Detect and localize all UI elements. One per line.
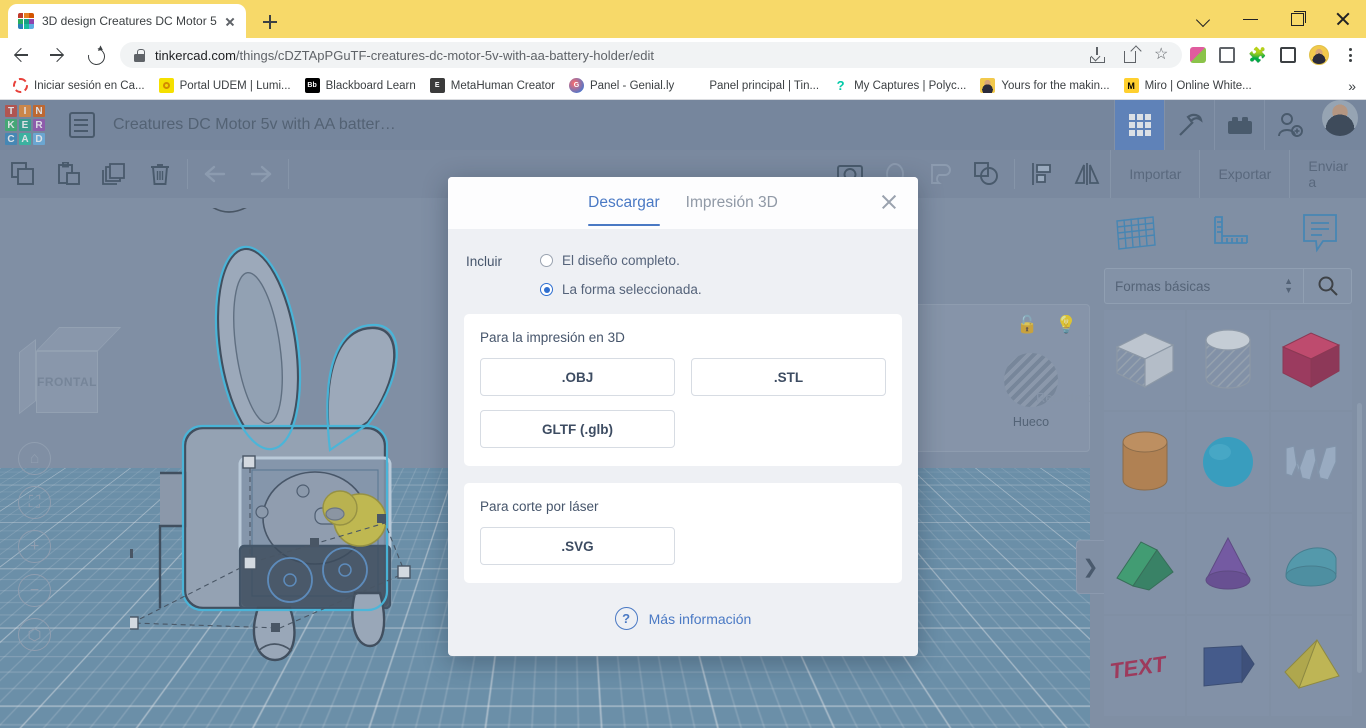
url-text: tinkercad.com/things/cDZTApPGuTF-creatur… <box>155 48 654 63</box>
bookmark-label: Panel - Genial.ly <box>590 80 674 92</box>
include-options: El diseño completo. La forma seleccionad… <box>540 253 702 297</box>
person-icon <box>980 78 995 93</box>
format-row: .SVG <box>480 527 886 565</box>
gltf-button[interactable]: GLTF (.glb) <box>480 410 675 448</box>
address-bar[interactable]: tinkercad.com/things/cDZTApPGuTF-creatur… <box>120 42 1182 68</box>
bookmark-item[interactable]: Portal UDEM | Lumi... <box>152 75 298 97</box>
puzzle-icon[interactable]: 🧩 <box>1248 46 1267 64</box>
genially-icon: G <box>569 78 584 93</box>
browser-tabstrip: 3D design Creatures DC Motor 5 <box>0 0 1366 38</box>
tab-impresion-3d[interactable]: Impresión 3D <box>686 194 778 226</box>
bookmark-item[interactable]: E MetaHuman Creator <box>423 75 562 97</box>
udem-icon <box>159 78 174 93</box>
chevron-down-icon[interactable] <box>1182 0 1228 38</box>
modal-tabs: Descargar Impresión 3D <box>448 177 918 229</box>
blackboard-icon: Bb <box>305 78 320 93</box>
bookmark-item[interactable]: Panel principal | Tin... <box>681 75 826 97</box>
arrow-left-icon[interactable] <box>6 40 36 70</box>
screenshot-root: 3D design Creatures DC Motor 5 tinkercad… <box>0 0 1366 728</box>
obj-button[interactable]: .OBJ <box>480 358 675 396</box>
tab-descargar[interactable]: Descargar <box>588 194 660 226</box>
profile-avatar[interactable] <box>1309 45 1329 65</box>
section-title: Para corte por láser <box>480 499 886 514</box>
include-label: Incluir <box>466 253 522 297</box>
bookmark-label: MetaHuman Creator <box>451 80 555 92</box>
close-icon[interactable] <box>878 191 900 213</box>
format-row: GLTF (.glb) <box>480 410 886 448</box>
more-info-label: Más información <box>649 611 752 627</box>
epic-icon: E <box>430 78 445 93</box>
radio-indicator-selected <box>540 283 553 296</box>
download-modal: Descargar Impresión 3D Incluir El diseño… <box>448 177 918 656</box>
radio-label: El diseño completo. <box>562 253 680 268</box>
format-row: .OBJ .STL <box>480 358 886 396</box>
bookmark-item[interactable]: Yours for the makin... <box>973 75 1116 97</box>
minimize-icon[interactable] <box>1228 0 1274 38</box>
stl-button[interactable]: .STL <box>691 358 886 396</box>
browser-toolbar: tinkercad.com/things/cDZTApPGuTF-creatur… <box>0 38 1366 72</box>
browser-tab[interactable]: 3D design Creatures DC Motor 5 <box>8 4 246 38</box>
bookmark-label: Portal UDEM | Lumi... <box>180 80 291 92</box>
bookmarks-overflow-button[interactable]: » <box>1348 78 1366 94</box>
section-impresion-3d: Para la impresión en 3D .OBJ .STL GLTF (… <box>464 314 902 466</box>
tinkercad-icon <box>688 78 703 93</box>
bookmark-label: My Captures | Polyc... <box>854 80 966 92</box>
extension-icons: 🧩 <box>1190 45 1366 65</box>
bookmark-item[interactable]: G Panel - Genial.ly <box>562 75 681 97</box>
svg-button[interactable]: .SVG <box>480 527 675 565</box>
more-info-link[interactable]: ? Más información <box>448 607 918 630</box>
radio-diseno-completo[interactable]: El diseño completo. <box>540 253 702 268</box>
miro-icon: M <box>1124 78 1139 93</box>
download-icon[interactable] <box>1094 47 1110 63</box>
window-controls <box>1182 0 1366 38</box>
bookmarks-bar: Iniciar sesión en Ca... Portal UDEM | Lu… <box>0 72 1366 100</box>
capture-icon[interactable] <box>1219 47 1235 63</box>
bookmark-label: Yours for the makin... <box>1001 80 1109 92</box>
close-icon[interactable] <box>1320 0 1366 38</box>
maximize-icon[interactable] <box>1274 0 1320 38</box>
circle-dashed-icon <box>13 78 28 93</box>
include-section: Incluir El diseño completo. La forma sel… <box>448 229 918 297</box>
polycam-icon: ? <box>833 78 848 93</box>
color-picker-icon[interactable] <box>1190 47 1206 63</box>
bookmark-label: Blackboard Learn <box>326 80 416 92</box>
bookmark-item[interactable]: M Miro | Online White... <box>1117 75 1259 97</box>
bookmark-item[interactable]: Bb Blackboard Learn <box>298 75 423 97</box>
sidepanel-icon[interactable] <box>1280 47 1296 63</box>
arrow-right-icon[interactable] <box>42 40 72 70</box>
tab-title: 3D design Creatures DC Motor 5 <box>42 14 220 28</box>
bookmark-label: Miro | Online White... <box>1145 80 1252 92</box>
question-circle-icon: ? <box>615 607 638 630</box>
bookmark-label: Panel principal | Tin... <box>709 80 819 92</box>
radio-label: La forma seleccionada. <box>562 282 702 297</box>
bookmark-label: Iniciar sesión en Ca... <box>34 80 145 92</box>
url-domain: tinkercad.com <box>155 48 236 63</box>
tinkercad-icon <box>18 13 34 29</box>
radio-indicator <box>540 254 553 267</box>
radio-forma-seleccionada[interactable]: La forma seleccionada. <box>540 282 702 297</box>
bookmark-item[interactable]: ? My Captures | Polyc... <box>826 75 973 97</box>
share-icon[interactable] <box>1124 47 1140 63</box>
bookmark-item[interactable]: Iniciar sesión en Ca... <box>6 75 152 97</box>
lock-icon <box>134 49 145 62</box>
section-corte-laser: Para corte por láser .SVG <box>464 483 902 583</box>
section-title: Para la impresión en 3D <box>480 330 886 345</box>
kebab-menu-icon[interactable] <box>1342 47 1358 63</box>
star-icon[interactable]: ☆ <box>1154 47 1168 63</box>
omnibox-icons: ☆ <box>1094 47 1172 63</box>
reload-icon[interactable] <box>80 40 110 70</box>
close-icon[interactable] <box>220 11 240 31</box>
url-path: /things/cDZTApPGuTF-creatures-dc-motor-5… <box>236 48 654 63</box>
new-tab-button[interactable] <box>256 8 284 36</box>
